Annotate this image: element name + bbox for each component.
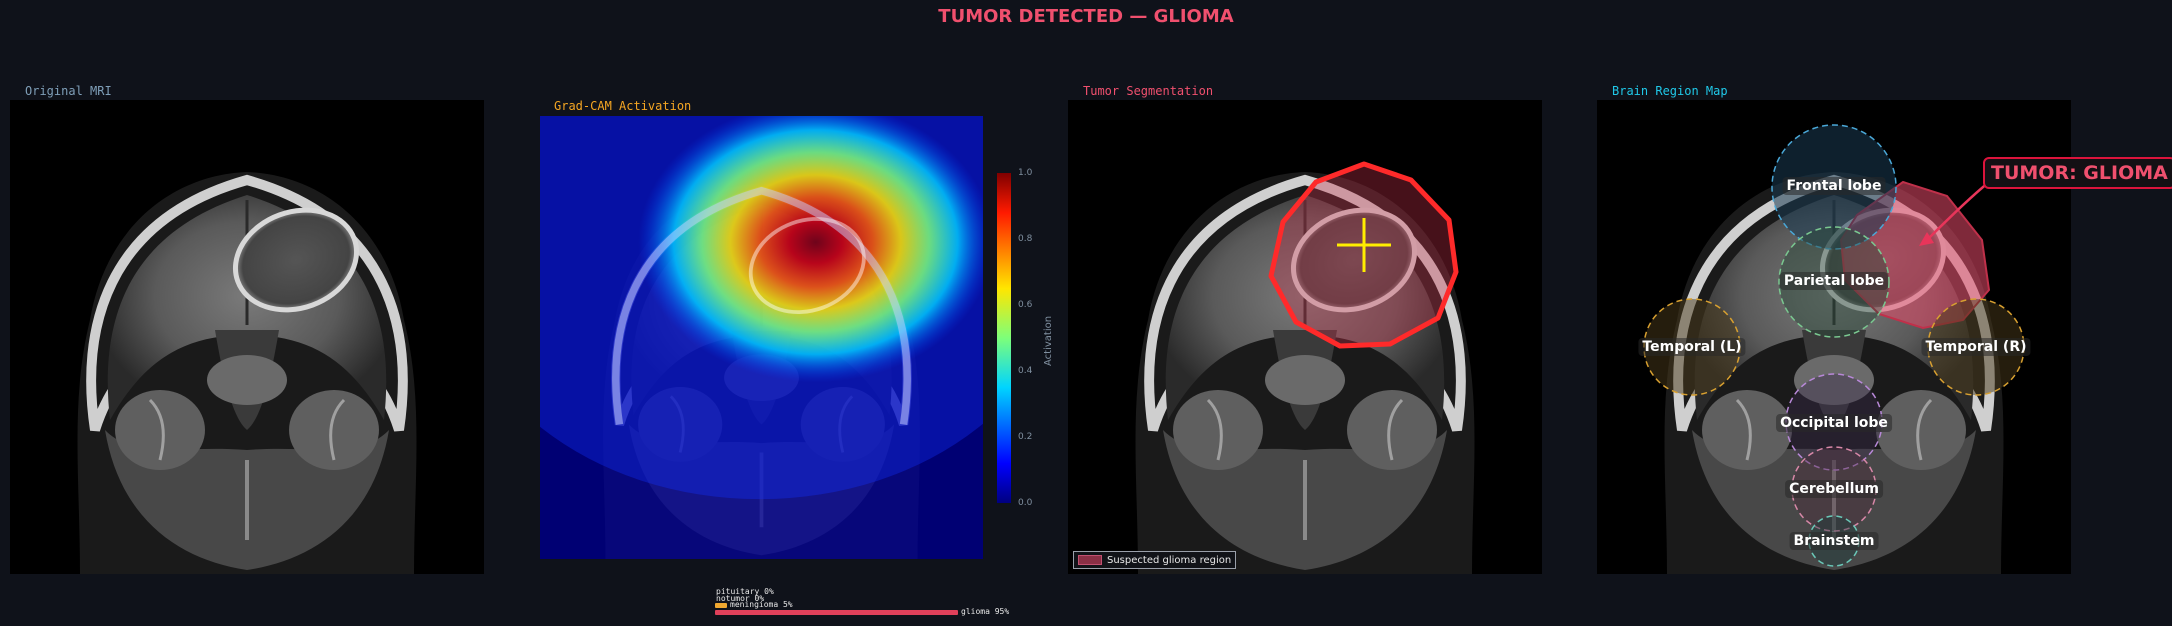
- region-label-cerebellum: Cerebellum: [1785, 480, 1883, 498]
- colorbar-tick: 1.0: [1018, 168, 1033, 178]
- region-label-temporal-right: Temporal (R): [1921, 338, 2031, 356]
- colorbar-tick: 0.2: [1018, 432, 1033, 442]
- colorbar-tick: 0.4: [1018, 366, 1033, 376]
- gradcam-overlay-image: [540, 116, 983, 559]
- gradcam-panel-title: Grad-CAM Activation: [554, 99, 692, 113]
- legend-label: Suspected glioma region: [1107, 554, 1232, 566]
- prob-label-glioma: glioma 95%: [961, 607, 1010, 616]
- prob-label-meningioma: meningioma 5%: [730, 600, 793, 609]
- colorbar-tick: 0.8: [1018, 234, 1033, 244]
- segmentation-image: [1068, 100, 1542, 574]
- region-label-temporal-left: Temporal (L): [1638, 338, 1746, 356]
- segmentation-panel-title: Tumor Segmentation: [1083, 84, 1214, 98]
- original-panel-title: Original MRI: [25, 84, 112, 98]
- prob-bar-meningioma: [715, 603, 727, 608]
- colorbar-tick: 0.6: [1018, 300, 1033, 310]
- region-label-occipital-lobe: Occipital lobe: [1776, 414, 1892, 432]
- colorbar-tick: 0.0: [1018, 498, 1033, 508]
- prob-bar-glioma: [715, 610, 958, 615]
- gradcam-colorbar: [997, 173, 1011, 503]
- region-label-brainstem: Brainstem: [1789, 532, 1879, 550]
- region-map-panel-title: Brain Region Map: [1612, 84, 1728, 98]
- region-label-frontal-lobe: Frontal lobe: [1782, 177, 1886, 195]
- segmentation-legend: Suspected glioma region: [1073, 551, 1237, 569]
- legend-swatch: [1078, 555, 1102, 565]
- page-title: TUMOR DETECTED — GLIOMA: [938, 6, 1234, 27]
- colorbar-label: Activation: [1043, 315, 1054, 366]
- original-mri-image: [10, 100, 484, 574]
- region-label-parietal-lobe: Parietal lobe: [1779, 272, 1889, 290]
- tumor-callout-label: TUMOR: GLIOMA: [1983, 157, 2172, 189]
